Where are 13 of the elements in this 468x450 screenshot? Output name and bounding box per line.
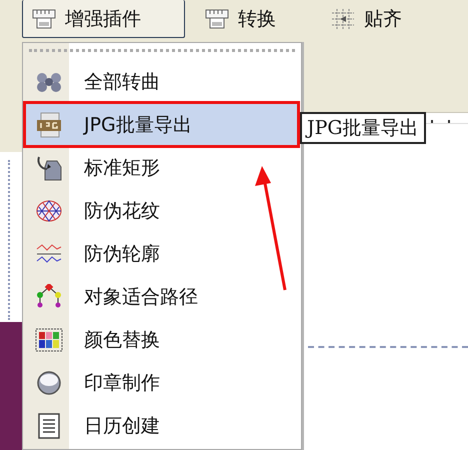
menu-item[interactable]: 防伪轮廓 [25, 232, 299, 275]
menu-item[interactable]: 全部转曲 [25, 60, 299, 103]
toolbar-button[interactable]: 增强插件 [22, 0, 185, 38]
menu-item[interactable]: 防伪花纹 [25, 189, 299, 232]
toolbar-button[interactable]: 贴齐 [321, 0, 421, 38]
menu-item[interactable]: JPG批量导出 [25, 103, 299, 146]
menu-item[interactable]: 标准矩形 [25, 146, 299, 189]
menu-item[interactable]: 日历创建 [25, 404, 299, 447]
menu-item[interactable]: 对象适合路径 [25, 275, 299, 318]
menu-item[interactable]: 颜色替换 [25, 318, 299, 361]
tooltip: JPG批量导出 [300, 112, 426, 144]
toolbar-button[interactable]: 转换 [195, 0, 295, 38]
menu-item[interactable]: 印章制作 [25, 361, 299, 404]
